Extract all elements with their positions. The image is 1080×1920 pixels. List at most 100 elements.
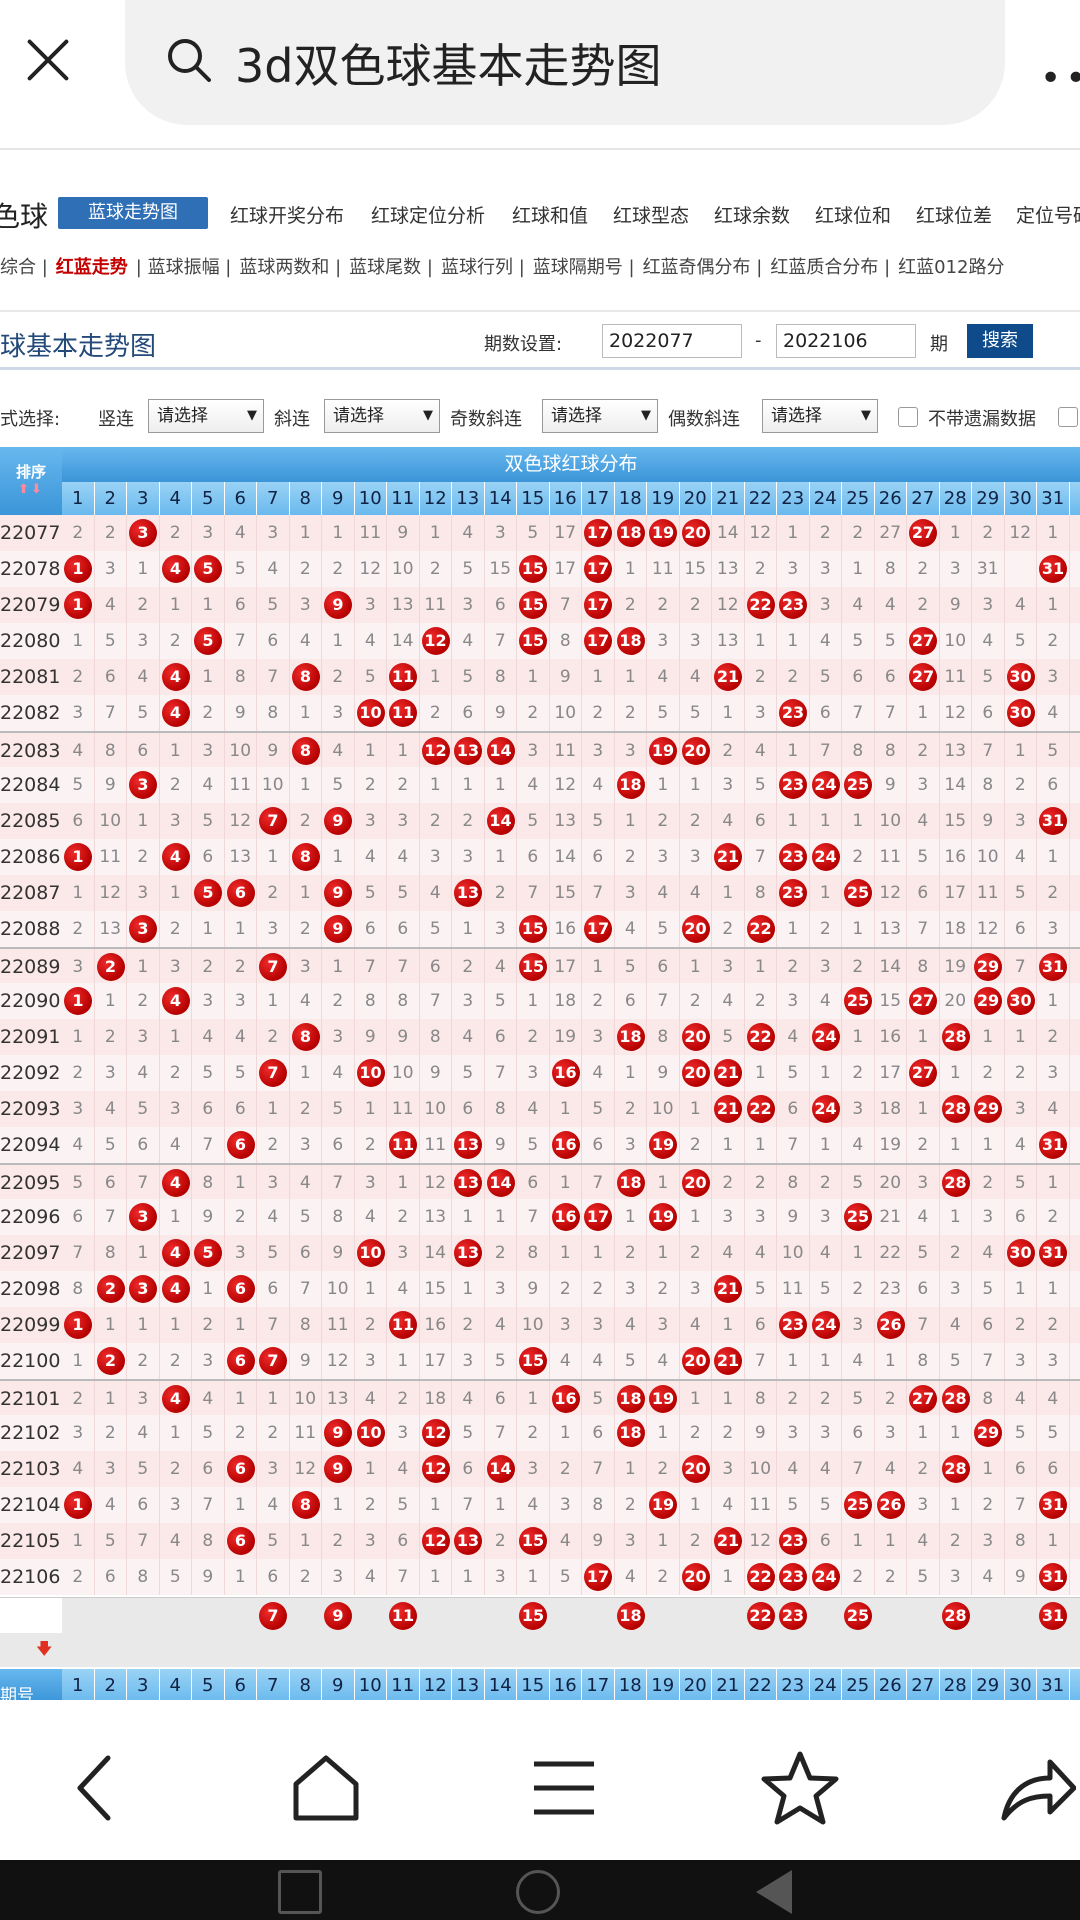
table-cell: 3 xyxy=(972,1523,1005,1559)
tab-red-pos-sum[interactable]: 红球位和 xyxy=(815,201,891,228)
search-bar[interactable]: 3d双色球基本走势图 xyxy=(125,0,1005,125)
nav2-item[interactable]: 蓝球两数和 | xyxy=(239,257,341,278)
table-cell: 7 xyxy=(745,839,777,875)
table-cell: 7 xyxy=(387,949,420,985)
tab-red-pattern[interactable]: 红球型态 xyxy=(613,201,689,228)
back-icon[interactable] xyxy=(58,1748,138,1828)
system-home-icon[interactable] xyxy=(516,1870,560,1914)
table-cell: 1 xyxy=(192,1271,225,1307)
tab-red-position[interactable]: 红球定位分析 xyxy=(371,201,485,228)
nav2-item[interactable]: 蓝球隔期号 | xyxy=(533,257,635,278)
red-ball: 21 xyxy=(714,1347,742,1375)
extra-checkbox[interactable] xyxy=(1058,407,1078,427)
nav2-item[interactable]: 红蓝012路分 xyxy=(898,257,1004,278)
tab-red-sum[interactable]: 红球和值 xyxy=(512,201,588,228)
search-button[interactable]: 搜索 xyxy=(967,324,1033,358)
red-ball: 1 xyxy=(64,591,92,619)
table-cell: 6 xyxy=(95,1559,127,1595)
period-to-input[interactable]: 2022106 xyxy=(776,324,916,358)
nav2-item[interactable]: 综合 | xyxy=(0,257,48,278)
home-icon[interactable] xyxy=(286,1748,366,1828)
table-cell: 4 xyxy=(907,1523,940,1559)
tab-position-number[interactable]: 定位号码 xyxy=(1016,201,1080,228)
search-query[interactable]: 3d双色球基本走势图 xyxy=(235,30,661,96)
column-number: 26 xyxy=(874,1669,907,1702)
table-cell: 3 xyxy=(1005,1091,1037,1127)
nav2-item-active[interactable]: 红蓝走势 xyxy=(56,257,128,278)
star-icon[interactable] xyxy=(760,1748,840,1828)
table-cell: 25 xyxy=(842,983,875,1019)
red-ball: 7 xyxy=(259,953,287,981)
tab-red-remainder[interactable]: 红球余数 xyxy=(714,201,790,228)
table-cell: 7 xyxy=(582,1165,615,1201)
system-back-icon[interactable] xyxy=(756,1870,792,1914)
diagonal-select[interactable]: 请选择 xyxy=(324,399,440,433)
table-cell: 1 xyxy=(322,515,355,551)
table-cell: 3 xyxy=(225,983,257,1019)
table-cell: 7 xyxy=(582,875,615,911)
nav2-item[interactable]: 红蓝质合分布 | xyxy=(770,257,890,278)
table-cell: 1 xyxy=(615,659,647,695)
table-row: 22086 1 11 2 4 6 13 1 8 1 4 4 3 3 1 6 14 6 2 3 3 21 7 23 24 2 11 5 1… xyxy=(0,839,1080,875)
vertical-select[interactable]: 请选择 xyxy=(148,399,264,433)
red-ball: 11 xyxy=(389,1311,417,1339)
table-cell: 1 xyxy=(485,767,517,803)
menu-icon[interactable] xyxy=(524,1748,604,1828)
no-missing-checkbox[interactable] xyxy=(898,407,918,427)
table-cell: 1 xyxy=(160,1199,192,1235)
table-cell: 9 xyxy=(485,695,517,731)
table-cell: 5 xyxy=(550,1559,582,1595)
table-cell: 16 xyxy=(550,1199,582,1235)
table-cell: 18 xyxy=(550,983,582,1019)
column-number: 24 xyxy=(809,1669,842,1702)
table-cell: 3 xyxy=(257,515,290,551)
red-ball: 13 xyxy=(454,1239,482,1267)
recent-apps-icon[interactable] xyxy=(278,1870,322,1914)
table-cell: 1 xyxy=(322,1487,355,1523)
even-diagonal-select[interactable]: 请选择 xyxy=(762,399,878,433)
red-ball: 12 xyxy=(421,1527,450,1555)
table-cell: 5 xyxy=(517,1127,550,1163)
red-ball: 29 xyxy=(974,1095,1002,1123)
red-ball: 31 xyxy=(1039,1131,1067,1159)
column-number: 23 xyxy=(777,482,810,515)
close-icon[interactable] xyxy=(18,30,78,90)
table-cell: 4 xyxy=(907,1199,940,1235)
table-cell: 2 xyxy=(615,1487,647,1523)
more-icon[interactable]: •• xyxy=(1040,58,1080,99)
table-cell: 5 xyxy=(517,515,550,551)
summary-ball: 11 xyxy=(389,1602,417,1630)
period-from-input[interactable]: 2022077 xyxy=(602,324,742,358)
tab-red-draw-dist[interactable]: 红球开奖分布 xyxy=(230,201,344,228)
table-cell: 2 xyxy=(127,1343,160,1379)
sort-button[interactable]: 排序 ⬆⬇ xyxy=(0,447,62,515)
table-cell: 2 xyxy=(972,1487,1005,1523)
period-id: 22091 xyxy=(0,1026,61,1048)
table-cell: 17 xyxy=(875,1055,907,1091)
red-ball: 3 xyxy=(129,1275,157,1303)
table-cell: 11 xyxy=(875,839,907,875)
table-cell: 4 xyxy=(192,767,225,803)
column-number: 29 xyxy=(972,482,1005,515)
table-cell: 4 xyxy=(842,587,875,623)
table-row: 22083 4 8 6 1 3 10 9 8 4 1 1 12 13 14 3 11 3 3 19 20 2 4 1 7 8 8 2 1… xyxy=(0,731,1080,769)
table-cell: 14 xyxy=(940,767,972,803)
table-cell: 1 xyxy=(1037,515,1070,551)
red-ball: 4 xyxy=(161,555,190,583)
table-cell: 1 xyxy=(355,733,387,769)
odd-diagonal-select[interactable]: 请选择 xyxy=(542,399,658,433)
tab-red-pos-diff[interactable]: 红球位差 xyxy=(916,201,992,228)
nav2-item[interactable]: 蓝球尾数 | xyxy=(349,257,433,278)
nav2-item[interactable]: 红蓝奇偶分布 | xyxy=(643,257,763,278)
down-arrow-icon[interactable]: 🡇 xyxy=(36,1638,52,1665)
nav2-item[interactable]: 蓝球行列 | xyxy=(441,257,525,278)
table-cell: 2 xyxy=(712,911,745,947)
table-cell: 27 xyxy=(875,515,907,551)
column-number: 7 xyxy=(257,1669,290,1702)
nav2-item[interactable]: | 蓝球振幅 | xyxy=(136,257,232,278)
red-ball: 3 xyxy=(129,771,157,799)
period-id: 22086 xyxy=(0,846,61,868)
share-icon[interactable] xyxy=(996,1748,1076,1828)
period-id: 22089 xyxy=(0,956,61,978)
tab-blue-trend[interactable]: 蓝球走势图 xyxy=(58,197,208,229)
